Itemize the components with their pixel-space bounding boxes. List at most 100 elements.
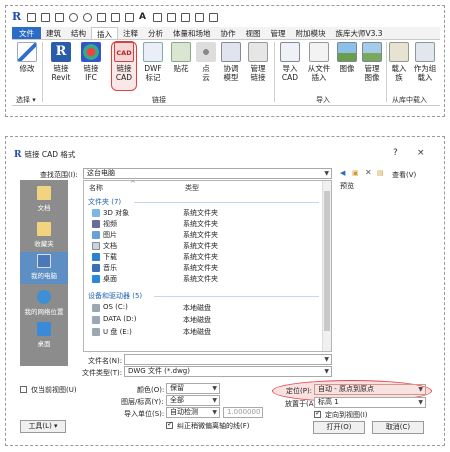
- 3d-view-icon[interactable]: [153, 12, 162, 22]
- place-desktop[interactable]: 桌面: [20, 322, 68, 348]
- column-name[interactable]: 名称: [89, 183, 103, 193]
- file-list[interactable]: 名称 类型 ^ 文件夹 (7) 3D 对象 系统文件夹 视频 系统文件夹 图片 系统文…: [83, 180, 332, 352]
- tab-family-library[interactable]: 族库大师V3.3: [331, 27, 388, 39]
- thin-lines-icon[interactable]: [181, 12, 190, 22]
- network-icon: [37, 290, 51, 304]
- tab-view[interactable]: 视图: [241, 27, 266, 39]
- tab-addins[interactable]: 附加模块: [291, 27, 331, 39]
- group-drives[interactable]: 设备和驱动器 (5): [88, 291, 142, 301]
- modify-button[interactable]: 修改: [16, 42, 38, 73]
- correct-lines-label: 纠正稍微偏离轴的线(F): [177, 422, 250, 430]
- list-item[interactable]: OS (C:) 本地磁盘: [84, 303, 320, 313]
- list-item[interactable]: 下载 系统文件夹: [84, 252, 320, 262]
- group-folders[interactable]: 文件夹 (7): [88, 197, 121, 207]
- sync-icon[interactable]: [55, 12, 64, 22]
- lookin-dropdown[interactable]: 这台电脑 ▼: [83, 168, 332, 179]
- section-icon[interactable]: [167, 12, 176, 22]
- place-network[interactable]: 我的网络位置: [20, 290, 68, 316]
- dwf-markup-button[interactable]: DWF 标记: [140, 42, 166, 82]
- save-icon[interactable]: [41, 12, 50, 22]
- switch-windows-icon[interactable]: [209, 12, 218, 22]
- open-icon[interactable]: [27, 12, 36, 22]
- tab-insert[interactable]: 插入: [91, 27, 118, 39]
- correct-lines-checkbox[interactable]: [166, 420, 173, 429]
- close-windows-icon[interactable]: [195, 12, 204, 22]
- layers-dropdown[interactable]: 全部 ▼: [166, 395, 220, 406]
- redo-icon[interactable]: [83, 12, 92, 22]
- delete-icon[interactable]: ✕: [365, 168, 372, 177]
- tab-architecture[interactable]: 建筑: [41, 27, 66, 39]
- load-family-icon: [389, 42, 409, 62]
- cancel-button[interactable]: 取消(C): [372, 421, 424, 434]
- column-type[interactable]: 类型: [185, 183, 199, 193]
- help-button[interactable]: ?: [393, 148, 398, 158]
- list-item[interactable]: 视频 系统文件夹: [84, 219, 320, 229]
- colors-dropdown[interactable]: 保留 ▼: [166, 383, 220, 394]
- import-cad-icon: [280, 42, 300, 62]
- list-item[interactable]: 桌面 系统文件夹: [84, 274, 320, 284]
- panel-import-label: 导入: [316, 96, 330, 104]
- tab-annotate[interactable]: 注释: [118, 27, 143, 39]
- orient-to-view-label: 定向到视图(I): [325, 411, 368, 419]
- load-family-button[interactable]: 载入 族: [388, 42, 410, 82]
- list-item[interactable]: 图片 系统文件夹: [84, 230, 320, 240]
- positioning-dropdown[interactable]: 自动 - 原点到原点 ▼: [314, 384, 426, 395]
- place-my-computer[interactable]: 我的电脑: [20, 252, 68, 284]
- documents-folder-icon: [92, 242, 100, 250]
- filename-input[interactable]: ▼: [124, 354, 332, 365]
- list-item[interactable]: 音乐 系统文件夹: [84, 263, 320, 273]
- link-revit-button[interactable]: R 链接 Revit: [48, 42, 74, 82]
- import-units-label: 导入单位(S):: [124, 410, 165, 418]
- view-menu[interactable]: 查看(V): [392, 170, 416, 180]
- tab-structure[interactable]: 结构: [66, 27, 91, 39]
- dimension-icon[interactable]: [125, 12, 134, 22]
- chevron-down-icon: ▾: [54, 422, 58, 430]
- filetype-label: 文件类型(T):: [82, 369, 123, 377]
- current-view-only-checkbox[interactable]: [20, 386, 27, 393]
- place-documents[interactable]: 文档: [20, 186, 68, 212]
- favorites-icon: [37, 222, 51, 236]
- 3d-objects-icon: [92, 209, 100, 217]
- list-item[interactable]: 3D 对象 系统文件夹: [84, 208, 320, 218]
- new-folder-icon[interactable]: ▤: [377, 169, 384, 177]
- tab-manage[interactable]: 管理: [266, 27, 291, 39]
- downloads-icon: [92, 253, 100, 261]
- panel-select-label[interactable]: 选择 ▾: [16, 95, 36, 105]
- tab-analyze[interactable]: 分析: [143, 27, 168, 39]
- tools-button[interactable]: 工具(L) ▾: [20, 420, 66, 433]
- up-folder-icon[interactable]: ▣: [352, 169, 359, 177]
- print-icon[interactable]: [97, 12, 106, 22]
- undo-icon[interactable]: [69, 12, 78, 22]
- filetype-dropdown[interactable]: DWG 文件 (*.dwg) ▼: [124, 366, 332, 377]
- list-item[interactable]: DATA (D:) 本地磁盘: [84, 315, 320, 325]
- import-units-dropdown[interactable]: 自动检测 ▼: [166, 407, 220, 418]
- text-icon[interactable]: A: [139, 12, 148, 22]
- place-at-dropdown[interactable]: 标高 1 ▼: [314, 397, 426, 408]
- load-as-group-button[interactable]: 作为组 载入: [412, 42, 438, 82]
- coordination-model-button[interactable]: 协调 模型: [219, 42, 243, 82]
- units-scale-input[interactable]: 1.000000: [223, 407, 263, 418]
- tab-massing-site[interactable]: 体量和场地: [168, 27, 216, 39]
- open-button[interactable]: 打开(O): [313, 421, 365, 434]
- manage-images-icon: [362, 42, 382, 62]
- point-cloud-button[interactable]: 点 云: [196, 42, 216, 82]
- scrollbar-thumb[interactable]: [324, 191, 330, 331]
- link-ifc-button[interactable]: 链接 IFC: [78, 42, 104, 82]
- back-icon[interactable]: ◀: [340, 169, 345, 177]
- decal-button[interactable]: 贴花: [170, 42, 192, 73]
- tab-file[interactable]: 文件: [12, 27, 41, 39]
- manage-links-button[interactable]: 管理 链接: [246, 42, 270, 82]
- list-item[interactable]: U 盘 (E:) 本地磁盘: [84, 327, 320, 337]
- measure-icon[interactable]: [111, 12, 120, 22]
- image-button[interactable]: 图像: [336, 42, 358, 73]
- tab-collaborate[interactable]: 协作: [216, 27, 241, 39]
- file-list-scrollbar[interactable]: [322, 181, 331, 351]
- orient-to-view-checkbox[interactable]: [314, 409, 321, 418]
- list-item[interactable]: 文档 系统文件夹: [84, 241, 320, 251]
- manage-images-button[interactable]: 管理 图像: [360, 42, 384, 82]
- close-button[interactable]: ×: [417, 148, 425, 158]
- link-cad-button[interactable]: CAD 链接 CAD: [112, 42, 136, 82]
- insert-from-file-button[interactable]: 从文件 插入: [304, 42, 334, 82]
- import-cad-button[interactable]: 导入 CAD: [278, 42, 302, 82]
- place-favorites[interactable]: 收藏夹: [20, 222, 68, 248]
